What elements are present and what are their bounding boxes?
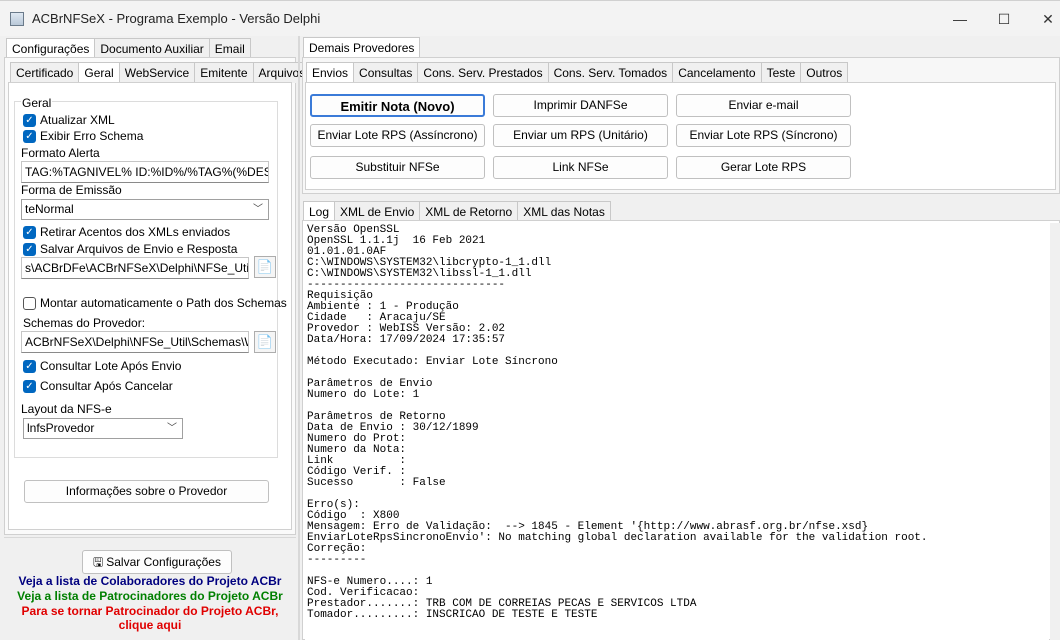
tab-envios[interactable]: Envios (306, 62, 355, 84)
checkmark-icon: ✓ (23, 113, 36, 127)
tab-xml-retorno[interactable]: XML de Retorno (419, 201, 519, 222)
link-patrocinador-line2[interactable]: clique aqui (4, 618, 296, 632)
tab-cons-serv-prestados[interactable]: Cons. Serv. Prestados (417, 62, 549, 83)
checkmark-icon: ✓ (23, 379, 36, 393)
tab-xml-envio[interactable]: XML de Envio (334, 201, 421, 222)
montar-path-checkbox[interactable]: Montar automaticamente o Path dos Schema… (23, 296, 287, 310)
retirar-acentos-label: Retirar Acentos dos XMLs enviados (40, 225, 231, 239)
layout-nfse-label: Layout da NFS-e (21, 402, 112, 416)
emitir-nota-button[interactable]: Emitir Nota (Novo) (310, 94, 485, 117)
checkmark-icon: ✓ (23, 359, 36, 373)
exibir-erro-schema-checkbox[interactable]: ✓ Exibir Erro Schema (23, 129, 143, 143)
tab-emitente[interactable]: Emitente (194, 62, 254, 83)
checkmark-icon: ✓ (23, 129, 36, 143)
forma-emissao-label: Forma de Emissão (21, 183, 122, 197)
link-patrocinadores[interactable]: Veja a lista de Patrocinadores do Projet… (4, 589, 296, 603)
formato-alerta-input[interactable]: TAG:%TAGNIVEL% ID:%ID%/%TAG%(%DESCRI (21, 161, 269, 183)
forma-emissao-value: teNormal (25, 202, 74, 216)
salvar-arquivos-label: Salvar Arquivos de Envio e Resposta (40, 242, 238, 256)
tab-teste[interactable]: Teste (760, 62, 802, 83)
tab-cancelamento[interactable]: Cancelamento (672, 62, 762, 83)
consultar-lote-label: Consultar Lote Após Envio (40, 359, 182, 373)
chevron-down-icon: ﹀ (253, 204, 263, 215)
salvar-config-label: Salvar Configurações (106, 555, 221, 569)
exibir-erro-schema-label: Exibir Erro Schema (40, 129, 144, 143)
atualizar-xml-label: Atualizar XML (40, 113, 115, 127)
minimize-button[interactable]: — (949, 9, 971, 29)
gerar-lote-rps-button[interactable]: Gerar Lote RPS (676, 156, 851, 179)
checkmark-icon: ✓ (23, 225, 36, 239)
atualizar-xml-checkbox[interactable]: ✓ Atualizar XML (23, 113, 115, 127)
enviar-lote-sincrono-button[interactable]: Enviar Lote RPS (Síncrono) (676, 124, 851, 147)
logs-path-input[interactable]: s\ACBrDFe\ACBrNFSeX\Delphi\NFSe_Util\Log… (21, 257, 249, 279)
checkmark-icon: ✓ (23, 242, 36, 256)
folder-icon: 📄 (256, 259, 274, 274)
separator (4, 537, 296, 538)
salvar-arquivos-checkbox[interactable]: ✓ Salvar Arquivos de Envio e Resposta (23, 242, 237, 256)
log-textarea[interactable]: Versão OpenSSL OpenSSL 1.1.1j 16 Feb 202… (305, 223, 1049, 640)
browse-logs-button[interactable]: 📄 (254, 256, 276, 278)
maximize-button[interactable]: ☐ (993, 9, 1015, 29)
salvar-config-button[interactable]: 🖫 Salvar Configurações (82, 550, 232, 574)
formato-alerta-label: Formato Alerta (21, 146, 100, 160)
close-button[interactable]: ✕ (1037, 9, 1059, 29)
layout-nfse-value: lnfsProvedor (27, 421, 95, 435)
log-scrollbar[interactable] (1050, 223, 1060, 640)
app-icon (10, 12, 24, 26)
consultar-cancelar-label: Consultar Após Cancelar (40, 379, 173, 393)
splitter[interactable] (298, 36, 300, 640)
schemas-label: Schemas do Provedor: (23, 316, 146, 330)
tab-cons-serv-tomados[interactable]: Cons. Serv. Tomados (547, 62, 674, 83)
unchecked-box-icon (23, 296, 36, 310)
log-tabs: Log XML de Envio XML de Retorno XML das … (303, 200, 611, 223)
tab-email[interactable]: Email (208, 38, 251, 59)
tab-webservice[interactable]: WebService (118, 62, 196, 83)
layout-nfse-select[interactable]: lnfsProvedor ﹀ (23, 418, 183, 439)
tab-consultas[interactable]: Consultas (353, 62, 419, 83)
enviar-lote-assincrono-button[interactable]: Enviar Lote RPS (Assíncrono) (310, 124, 485, 147)
montar-path-label: Montar automaticamente o Path dos Schema… (40, 296, 287, 310)
window-title: ACBrNFSeX - Programa Exemplo - Versão De… (32, 11, 321, 26)
consultar-lote-checkbox[interactable]: ✓ Consultar Lote Após Envio (23, 359, 181, 373)
link-patrocinador-line1[interactable]: Para se tornar Patrocinador do Projeto A… (4, 604, 296, 618)
substituir-nfse-button[interactable]: Substituir NFSe (310, 156, 485, 179)
schemas-path-input[interactable]: ACBrNFSeX\Delphi\NFSe_Util\Schemas\WebIS… (21, 331, 249, 353)
tab-geral[interactable]: Geral (78, 62, 120, 84)
enviar-email-button[interactable]: Enviar e-mail (676, 94, 851, 117)
chevron-down-icon: ﹀ (167, 423, 177, 434)
left-sub-tabs: Certificado Geral WebService Emitente Ar… (10, 61, 312, 84)
left-top-tabs: Configurações Documento Auxiliar Email (6, 37, 251, 60)
browse-schemas-button[interactable]: 📄 (254, 331, 276, 353)
save-icon: 🖫 (93, 555, 104, 569)
tab-xml-notas[interactable]: XML das Notas (517, 201, 611, 222)
link-nfse-button[interactable]: Link NFSe (493, 156, 668, 179)
enviar-um-rps-button[interactable]: Enviar um RPS (Unitário) (493, 124, 668, 147)
tab-documento-auxiliar[interactable]: Documento Auxiliar (94, 38, 210, 59)
tab-certificado[interactable]: Certificado (10, 62, 80, 83)
retirar-acentos-checkbox[interactable]: ✓ Retirar Acentos dos XMLs enviados (23, 225, 230, 239)
title-bar: ACBrNFSeX - Programa Exemplo - Versão De… (0, 0, 1060, 36)
forma-emissao-select[interactable]: teNormal ﹀ (21, 199, 269, 220)
tab-demais-provedores[interactable]: Demais Provedores (303, 37, 421, 59)
action-tabs: Envios Consultas Cons. Serv. Prestados C… (306, 61, 849, 84)
folder-icon: 📄 (256, 334, 274, 349)
info-provedor-button[interactable]: Informações sobre o Provedor (24, 480, 269, 503)
consultar-cancelar-checkbox[interactable]: ✓ Consultar Após Cancelar (23, 379, 173, 393)
imprimir-danfse-button[interactable]: Imprimir DANFSe (493, 94, 668, 117)
group-title: Geral (21, 96, 53, 110)
right-top-tabs: Demais Provedores (303, 36, 421, 59)
link-colaboradores[interactable]: Veja a lista de Colaboradores do Projeto… (4, 574, 296, 588)
tab-outros[interactable]: Outros (800, 62, 849, 83)
